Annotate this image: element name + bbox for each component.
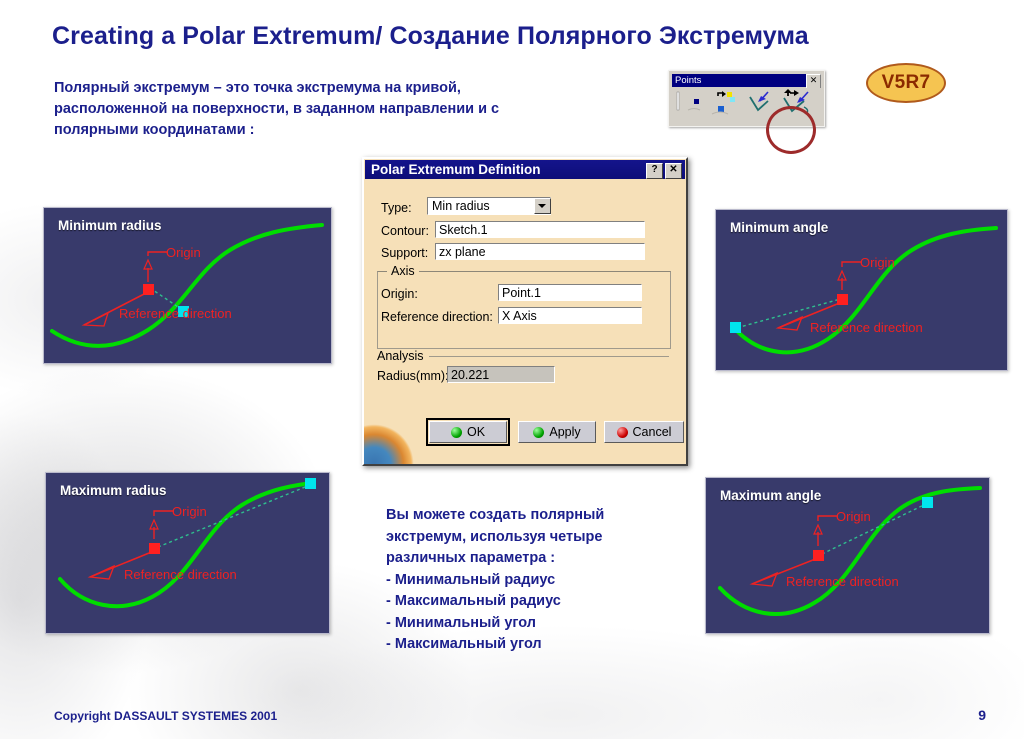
origin-label: Origin [172, 504, 207, 519]
chevron-down-icon[interactable] [534, 198, 551, 214]
origin-label: Origin: [381, 287, 418, 301]
points-toolbar[interactable]: Points ✕ [668, 70, 825, 154]
green-bulb-icon [533, 426, 545, 438]
origin-input[interactable]: Point.1 [498, 284, 642, 301]
reference-direction-label: Reference direction [124, 567, 237, 582]
reference-direction-label: Reference direction: [381, 310, 493, 324]
green-bulb-icon [450, 426, 462, 438]
origin-label: Origin [836, 509, 871, 524]
dialog-titlebar: Polar Extremum Definition ? ✕ [365, 160, 685, 179]
reference-direction-label: Reference direction [810, 320, 923, 335]
bullets-line-7: - Максимальный угол [386, 636, 542, 652]
axis-group-title: Axis [387, 264, 419, 278]
ok-button-label: OK [466, 425, 486, 439]
points-toolbar-title: Points [672, 74, 821, 87]
bullets-line-2: экстремум, используя четыре [386, 528, 603, 545]
footer-copyright: Copyright DASSAULT SYSTEMES 2001 [54, 709, 278, 723]
viewport-label: Maximum radius [60, 483, 167, 498]
apply-button[interactable]: Apply [518, 421, 596, 443]
viewport-label: Minimum radius [58, 218, 162, 233]
intro-line-1: Полярный экстремум – это точка экстремум… [54, 80, 461, 96]
analysis-group-rule [429, 356, 669, 357]
support-input[interactable]: zx plane [435, 243, 645, 260]
red-bulb-icon [616, 426, 628, 438]
intro-paragraph: Полярный экстремум – это точка экстремум… [54, 78, 654, 141]
help-icon[interactable]: ? [646, 163, 663, 179]
dialog-title: Polar Extremum Definition [371, 162, 541, 177]
contour-label: Contour: [381, 224, 429, 238]
reference-direction-input[interactable]: X Axis [498, 307, 642, 324]
parameters-list: Вы можете создать полярный экстремум, ис… [386, 505, 676, 656]
apply-button-label: Apply [549, 425, 581, 439]
bullets-line-4: - Минимальный радиус [386, 571, 556, 588]
origin-label: Origin [860, 255, 895, 270]
version-badge: V5R7 [866, 63, 946, 103]
type-select[interactable]: Min radius [427, 197, 551, 215]
bullets-line-6: - Минимальный угол [386, 614, 536, 631]
close-icon[interactable]: ✕ [665, 163, 682, 179]
viewport-label: Maximum angle [720, 488, 822, 503]
page-title: Creating a Polar Extremum/ Создание Поля… [52, 22, 809, 50]
origin-label: Origin [166, 245, 201, 260]
intro-line-3: полярными координатами : [54, 122, 255, 138]
viewport-max-angle: Origin Reference direction Maximum angle [705, 477, 990, 634]
ok-button[interactable]: OK [426, 418, 510, 446]
slide-canvas: Creating a Polar Extremum/ Создание Поля… [0, 0, 1024, 739]
polar-extremum-definition-dialog[interactable]: Polar Extremum Definition ? ✕ Type: Min … [362, 157, 688, 466]
page-number: 9 [978, 707, 986, 723]
viewport-label: Minimum angle [730, 220, 829, 235]
dialog-body: Type: Min radius Contour: Sketch.1 Suppo… [365, 179, 685, 463]
radius-value: 20.221 [447, 366, 555, 383]
support-label: Support: [381, 246, 429, 260]
points-toolbar-body [672, 88, 821, 154]
cancel-button[interactable]: Cancel [604, 421, 684, 443]
contour-input[interactable]: Sketch.1 [435, 221, 645, 238]
viewport-min-radius: Origin Reference direction Minimum radiu… [43, 207, 332, 364]
polar-extremum-tool-highlight [766, 106, 816, 154]
dialog-button-row: OK Apply Cancel [365, 418, 685, 446]
intro-line-2: расположенной на поверхности, в заданном… [54, 101, 500, 117]
close-icon[interactable]: ✕ [806, 74, 821, 89]
reference-direction-label: Reference direction [786, 574, 899, 589]
cancel-button-label: Cancel [632, 425, 672, 439]
analysis-group-title: Analysis [377, 349, 428, 363]
bullets-line-5: - Максимальный радиус [386, 593, 561, 609]
type-label: Type: [381, 201, 412, 215]
viewport-min-angle: Origin Reference direction Minimum angle [715, 209, 1008, 371]
reference-direction-label: Reference direction [119, 306, 232, 321]
bullets-line-1: Вы можете создать полярный [386, 507, 605, 523]
bullets-line-3: различных параметра : [386, 550, 556, 566]
viewport-max-radius: Origin Reference direction Maximum radiu… [45, 472, 330, 634]
radius-label: Radius(mm): [377, 369, 449, 383]
